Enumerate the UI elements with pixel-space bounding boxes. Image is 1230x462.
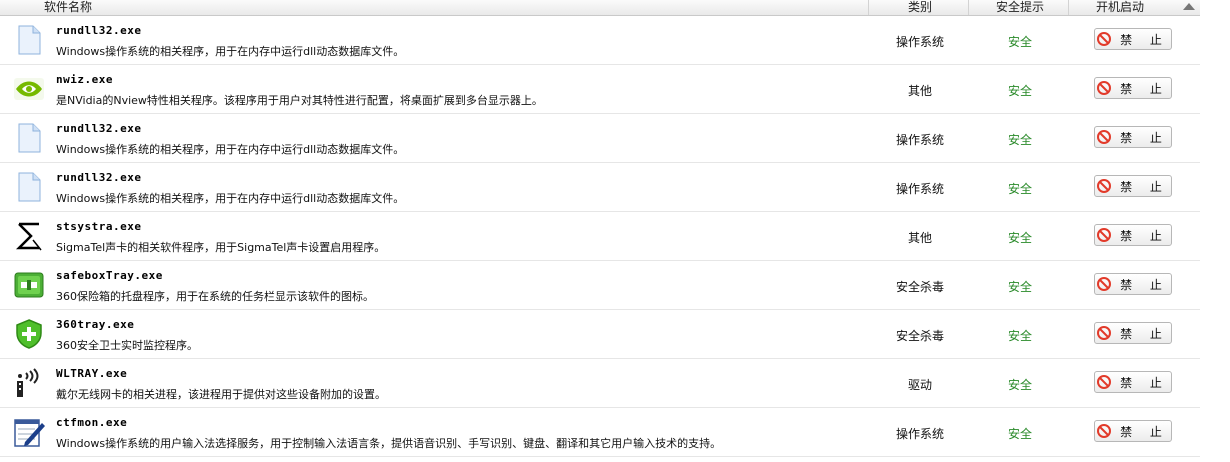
- disable-button-label: 禁 止: [1120, 424, 1169, 439]
- program-name: ctfmon.exe: [56, 416, 128, 429]
- table-row[interactable]: ctfmon.exe Windows操作系统的用户输入法选择服务，用于控制输入法…: [0, 408, 1200, 457]
- disable-button-label: 禁 止: [1120, 130, 1169, 145]
- category-cell: 安全杀毒: [895, 329, 944, 343]
- safebox-icon: [13, 269, 45, 301]
- prohibit-icon: [1097, 326, 1112, 340]
- program-name: rundll32.exe: [56, 24, 142, 37]
- prohibit-icon: [1097, 424, 1112, 438]
- safety-status: 安全: [1007, 182, 1032, 196]
- disable-startup-button[interactable]: 禁 止: [1094, 371, 1172, 393]
- column-header-name[interactable]: 软件名称: [44, 0, 92, 15]
- program-description: SigmaTel声卡的相关软件程序，用于SigmaTel声卡设置启用程序。: [56, 241, 386, 254]
- safety-status: 安全: [1007, 280, 1032, 294]
- column-header-startup[interactable]: 开机启动: [1070, 0, 1170, 15]
- disable-button-label: 禁 止: [1120, 81, 1169, 96]
- column-divider[interactable]: [868, 0, 869, 15]
- column-header-category[interactable]: 类别: [870, 0, 970, 15]
- disable-button-label: 禁 止: [1120, 228, 1169, 243]
- program-name: rundll32.exe: [56, 171, 142, 184]
- wireless-antenna-icon: [13, 367, 45, 399]
- category-cell: 其他: [907, 84, 932, 98]
- prohibit-icon: [1097, 179, 1112, 193]
- program-name: stsystra.exe: [56, 220, 142, 233]
- disable-startup-button[interactable]: 禁 止: [1094, 77, 1172, 99]
- program-name: rundll32.exe: [56, 122, 142, 135]
- program-name: WLTRAY.exe: [56, 367, 128, 380]
- table-row[interactable]: 360tray.exe 360安全卫士实时监控程序。 安全杀毒 安全 禁 止: [0, 310, 1200, 359]
- disable-startup-button[interactable]: 禁 止: [1094, 420, 1172, 442]
- table-row[interactable]: stsystra.exe SigmaTel声卡的相关软件程序，用于SigmaTe…: [0, 212, 1200, 261]
- safety-status: 安全: [1007, 427, 1032, 441]
- disable-button-label: 禁 止: [1120, 375, 1169, 390]
- document-icon: [13, 24, 45, 56]
- safety-status: 安全: [1007, 231, 1032, 245]
- program-description: 360安全卫士实时监控程序。: [56, 339, 198, 352]
- disable-startup-button[interactable]: 禁 止: [1094, 322, 1172, 344]
- category-cell: 操作系统: [895, 35, 944, 49]
- table-row[interactable]: rundll32.exe Windows操作系统的相关程序，用于在内存中运行dl…: [0, 114, 1200, 163]
- disable-button-label: 禁 止: [1120, 326, 1169, 341]
- prohibit-icon: [1097, 32, 1112, 46]
- prohibit-icon: [1097, 277, 1112, 291]
- prohibit-icon: [1097, 81, 1112, 95]
- safety-status: 安全: [1007, 35, 1032, 49]
- disable-startup-button[interactable]: 禁 止: [1094, 273, 1172, 295]
- table-row[interactable]: rundll32.exe Windows操作系统的相关程序，用于在内存中运行dl…: [0, 16, 1200, 65]
- category-cell: 操作系统: [895, 427, 944, 441]
- program-name: nwiz.exe: [56, 73, 113, 86]
- column-divider[interactable]: [968, 0, 969, 15]
- program-description: Windows操作系统的相关程序，用于在内存中运行dll动态数据库文件。: [56, 192, 405, 205]
- program-description: 是NVidia的Nview特性相关程序。该程序用于用户对其特性进行配置，将桌面扩…: [56, 94, 543, 107]
- program-name: safeboxTray.exe: [56, 269, 163, 282]
- shield-icon: [13, 318, 45, 350]
- column-divider[interactable]: [1068, 0, 1069, 15]
- table-header: 软件名称 类别 安全提示 开机启动: [0, 0, 1200, 16]
- category-cell: 安全杀毒: [895, 280, 944, 294]
- program-description: 360保险箱的托盘程序，用于在系统的任务栏显示该软件的图标。: [56, 290, 374, 303]
- table-row[interactable]: rundll32.exe Windows操作系统的相关程序，用于在内存中运行dl…: [0, 163, 1200, 212]
- nvidia-eye-icon: [13, 73, 45, 105]
- table-row[interactable]: safeboxTray.exe 360保险箱的托盘程序，用于在系统的任务栏显示该…: [0, 261, 1200, 310]
- category-cell: 操作系统: [895, 133, 944, 147]
- document-icon: [13, 171, 45, 203]
- program-description: Windows操作系统的相关程序，用于在内存中运行dll动态数据库文件。: [56, 45, 405, 58]
- safety-status: 安全: [1007, 329, 1032, 343]
- category-cell: 驱动: [907, 378, 932, 392]
- safety-status: 安全: [1007, 84, 1032, 98]
- disable-button-label: 禁 止: [1120, 179, 1169, 194]
- safety-status: 安全: [1007, 133, 1032, 147]
- category-cell: 操作系统: [895, 182, 944, 196]
- document-icon: [13, 122, 45, 154]
- disable-startup-button[interactable]: 禁 止: [1094, 126, 1172, 148]
- prohibit-icon: [1097, 130, 1112, 144]
- safety-status: 安全: [1007, 378, 1032, 392]
- column-header-safety[interactable]: 安全提示: [970, 0, 1070, 15]
- program-description: Windows操作系统的相关程序，用于在内存中运行dll动态数据库文件。: [56, 143, 405, 156]
- category-cell: 其他: [907, 231, 932, 245]
- disable-startup-button[interactable]: 禁 止: [1094, 28, 1172, 50]
- disable-startup-button[interactable]: 禁 止: [1094, 175, 1172, 197]
- prohibit-icon: [1097, 375, 1112, 389]
- prohibit-icon: [1097, 228, 1112, 242]
- disable-startup-button[interactable]: 禁 止: [1094, 224, 1172, 246]
- disable-button-label: 禁 止: [1120, 277, 1169, 292]
- startup-list: rundll32.exe Windows操作系统的相关程序，用于在内存中运行dl…: [0, 16, 1200, 457]
- sigmatel-sigma-icon: [13, 220, 45, 252]
- program-name: 360tray.exe: [56, 318, 135, 331]
- sort-ascending-icon[interactable]: [1183, 3, 1195, 10]
- table-row[interactable]: WLTRAY.exe 戴尔无线网卡的相关进程，该进程用于提供对这些设备附加的设置…: [0, 359, 1200, 408]
- disable-button-label: 禁 止: [1120, 32, 1169, 47]
- table-row[interactable]: nwiz.exe 是NVidia的Nview特性相关程序。该程序用于用户对其特性…: [0, 65, 1200, 114]
- program-description: 戴尔无线网卡的相关进程，该进程用于提供对这些设备附加的设置。: [56, 388, 386, 401]
- program-description: Windows操作系统的用户输入法选择服务，用于控制输入法语言条，提供语音识别、…: [56, 437, 722, 450]
- notepad-pen-icon: [13, 416, 45, 448]
